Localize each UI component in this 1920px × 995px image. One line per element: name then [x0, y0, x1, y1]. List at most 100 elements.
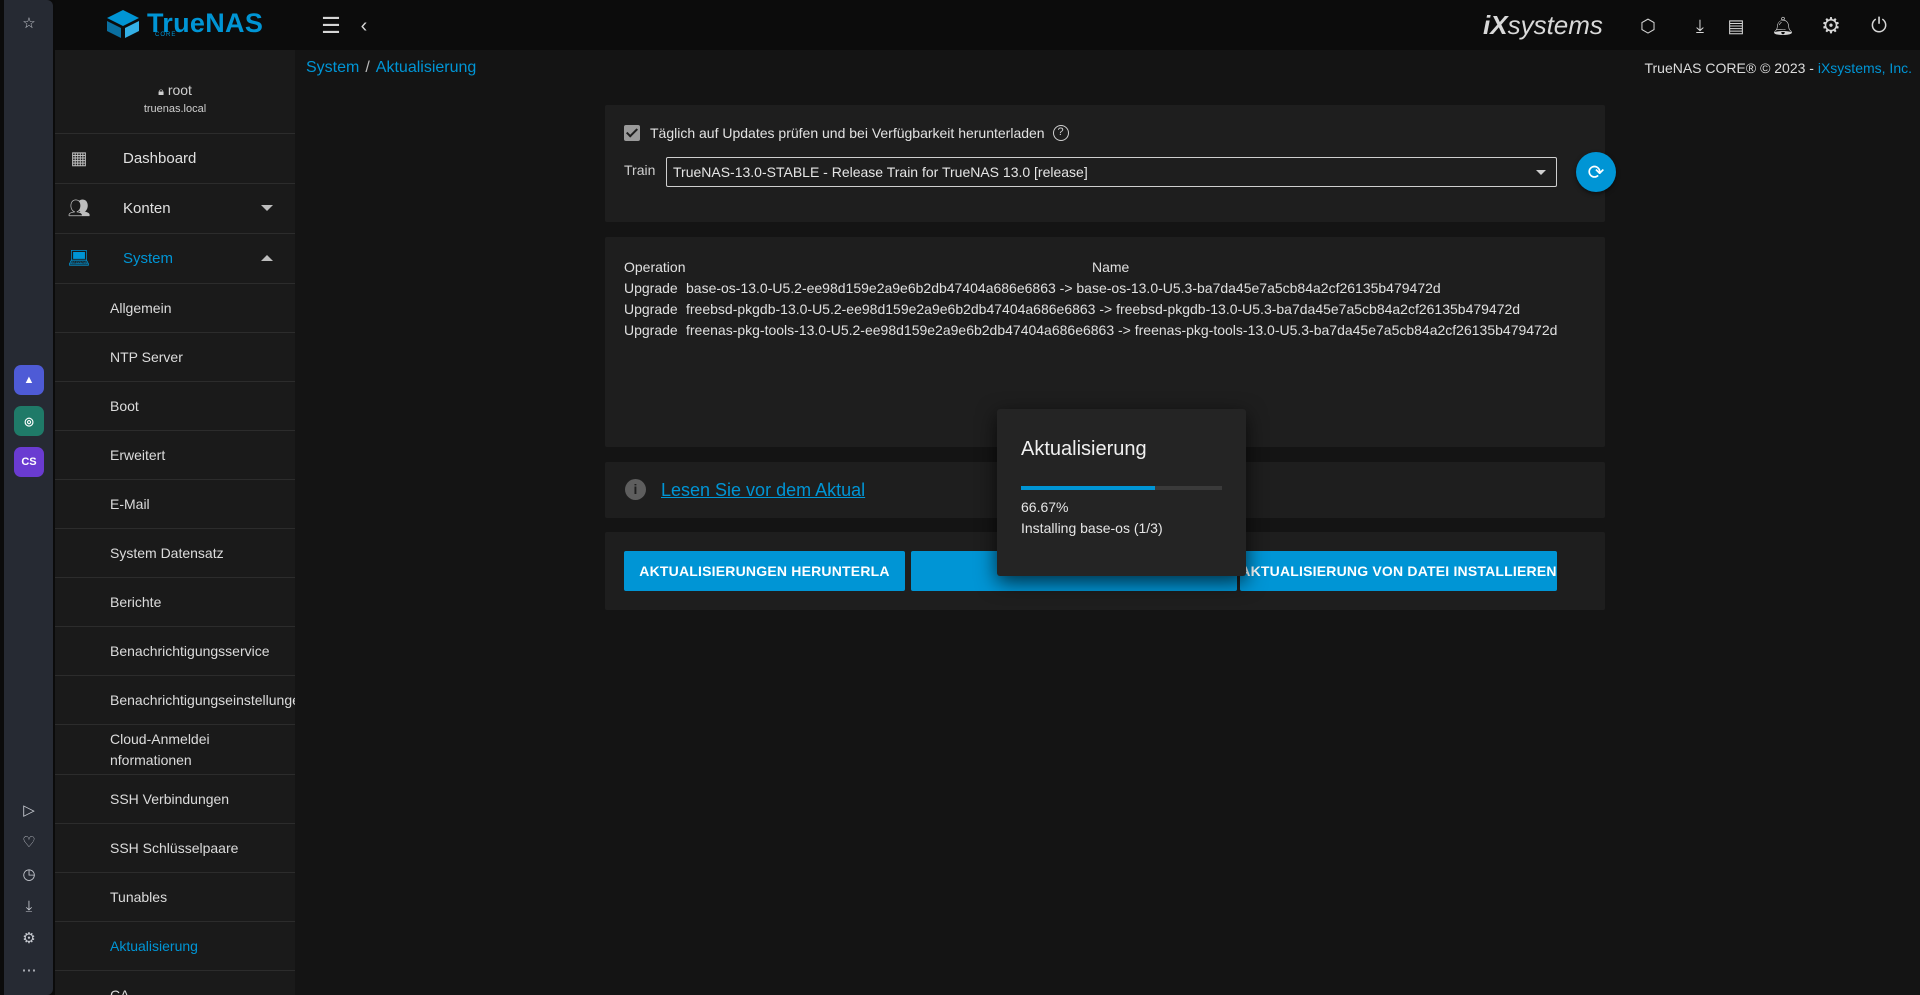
sidebar: 🔒︎ root truenas.local ▦ Dashboard 👥︎ Kon…: [55, 50, 295, 995]
refresh-icon: ⟳: [1587, 161, 1605, 184]
brand-suffix: systems: [1507, 10, 1603, 40]
help-icon[interactable]: ?: [1052, 125, 1069, 141]
gear-icon[interactable]: ⚙: [16, 925, 42, 951]
screen: ☆ ▲ ◎ CS ▷ ♡ ◷ ⤓ ⚙ ⋯ TrueNAS CORE ☰ ‹ iX…: [0, 0, 1920, 995]
sidebar-item-cloud-anmeldeinformationen[interactable]: Cloud-Anmeldeinformationen: [55, 725, 295, 775]
sidebar-item-boot[interactable]: Boot: [55, 382, 295, 431]
sidebar-item-allgemein[interactable]: Allgemein: [55, 284, 295, 333]
user-name: root: [167, 82, 192, 98]
auto-check-row: Täglich auf Updates prüfen und bei Verfü…: [624, 125, 1069, 141]
sidebar-item-ssh-schluesselpaare[interactable]: SSH Schlüsselpaare: [55, 824, 295, 873]
star-icon[interactable]: ☆: [16, 10, 42, 36]
app-icon-1[interactable]: ▲: [14, 365, 44, 395]
chevron-up-icon: [261, 255, 273, 261]
settings-icon[interactable]: ⚙: [1817, 12, 1845, 40]
operation-cell: Upgrade: [624, 280, 678, 296]
sidebar-item-dashboard[interactable]: ▦ Dashboard: [55, 134, 295, 184]
dropdown-arrow-icon: [1536, 170, 1546, 175]
sidebar-item-label: Konten: [123, 200, 171, 217]
user-info: 🔒︎ root truenas.local: [55, 50, 295, 134]
column-operation: Operation: [624, 259, 686, 275]
update-progress-dialog: Aktualisierung 66.67% Installing base-os…: [997, 409, 1246, 576]
clock-icon[interactable]: ◷: [16, 861, 42, 887]
browser-sidebar: ☆ ▲ ◎ CS ▷ ♡ ◷ ⤓ ⚙ ⋯: [4, 0, 53, 995]
task-manager-icon[interactable]: ▤: [1722, 12, 1750, 40]
sidebar-item-ntp-server[interactable]: NTP Server: [55, 333, 295, 382]
sidebar-item-system-datensatz[interactable]: System Datensatz: [55, 529, 295, 578]
chevron-left-icon[interactable]: ‹: [350, 12, 378, 40]
download-updates-button[interactable]: AKTUALISIERUNGEN HERUNTERLA: [624, 551, 905, 591]
train-select[interactable]: TrueNAS-13.0-STABLE - Release Train for …: [666, 157, 1557, 187]
table-row: Upgrade freenas-pkg-tools-13.0-U5.2-ee98d…: [624, 322, 1557, 338]
directory-services-icon[interactable]: ⤓: [1686, 12, 1714, 40]
sidebar-item-aktualisierung[interactable]: Aktualisierung: [55, 922, 295, 971]
column-name: Name: [1092, 259, 1130, 275]
truenas-logo[interactable]: TrueNAS: [105, 8, 263, 39]
sidebar-item-konten[interactable]: 👥︎ Konten: [55, 184, 295, 234]
sidebar-item-benachrichtigungsservice[interactable]: Benachrichtigungsservice: [55, 627, 295, 676]
ixsystems-logo[interactable]: iXsystems: [1483, 10, 1603, 41]
sidebar-item-erweitert[interactable]: Erweitert: [55, 431, 295, 480]
train-label: Train: [624, 162, 656, 178]
truenas-app: TrueNAS CORE ☰ ‹ iXsystems ⬡ ⤓ ▤ 🔔︎ ⚙ ⏻ …: [55, 0, 1920, 995]
progress-fill: [1021, 486, 1155, 490]
name-cell: freenas-pkg-tools-13.0-U5.2-ee98d159e2a9…: [686, 322, 1558, 338]
table-row: Upgrade freebsd-pkgdb-13.0-U5.2-ee98d159e…: [624, 301, 1520, 317]
release-notes-link[interactable]: Lesen Sie vor dem Aktual: [661, 480, 891, 501]
name-cell: freebsd-pkgdb-13.0-U5.2-ee98d159e2a9e6b2…: [686, 301, 1521, 317]
bell-icon[interactable]: 🔔︎: [1769, 12, 1797, 40]
sidebar-item-berichte[interactable]: Berichte: [55, 578, 295, 627]
truenas-logo-icon: [107, 9, 139, 38]
truecommand-icon[interactable]: ⬡: [1634, 12, 1662, 40]
train-select-value: TrueNAS-13.0-STABLE - Release Train for …: [673, 164, 1088, 180]
power-icon[interactable]: ⏻: [1865, 12, 1893, 40]
breadcrumb-separator: /: [365, 59, 370, 76]
sidebar-item-label: Dashboard: [123, 150, 197, 167]
app-icon-3[interactable]: CS: [14, 447, 44, 477]
breadcrumb-system[interactable]: System: [306, 59, 359, 76]
ixsystems-link[interactable]: iXsystems, Inc.: [1818, 60, 1912, 76]
user-host: truenas.local: [143, 103, 207, 115]
auto-check-label: Täglich auf Updates prüfen und bei Verfü…: [650, 125, 1045, 141]
people-icon: 👥︎: [67, 198, 91, 218]
breadcrumb-current[interactable]: Aktualisierung: [376, 59, 477, 76]
play-icon[interactable]: ▷: [16, 797, 42, 823]
sidebar-item-ssh-verbindungen[interactable]: SSH Verbindungen: [55, 775, 295, 824]
lock-icon: 🔒︎: [158, 86, 164, 98]
progress-status: Installing base-os (1/3): [1021, 520, 1163, 536]
copyright: TrueNAS CORE® © 2023 - iXsystems, Inc.: [1644, 60, 1912, 76]
more-icon[interactable]: ⋯: [16, 957, 42, 983]
main-content: System / Aktualisierung TrueNAS CORE® © 20…: [295, 50, 1920, 995]
sidebar-item-ca[interactable]: CA: [55, 971, 295, 995]
top-bar: TrueNAS CORE ☰ ‹ iXsystems ⬡ ⤓ ▤ 🔔︎ ⚙ ⏻: [55, 0, 1920, 50]
sidebar-item-tunables[interactable]: Tunables: [55, 873, 295, 922]
sidebar-item-benachrichtigungseinstellungen[interactable]: Benachrichtigungseinstellungen: [55, 676, 295, 725]
user-name-row: 🔒︎ root: [55, 82, 295, 99]
sidebar-item-system[interactable]: 💻︎ System: [55, 234, 295, 284]
copyright-text: TrueNAS CORE® © 2023 -: [1644, 60, 1818, 76]
laptop-icon: 💻︎: [67, 248, 91, 268]
progress-bar: [1021, 486, 1222, 490]
progress-percent: 66.67%: [1021, 499, 1069, 515]
refresh-button[interactable]: ⟳: [1576, 152, 1616, 192]
chevron-down-icon: [261, 205, 273, 211]
sidebar-item-email[interactable]: E-Mail: [55, 480, 295, 529]
menu-icon[interactable]: ☰: [317, 12, 345, 40]
auto-check-checkbox[interactable]: [624, 125, 640, 141]
operation-cell: Upgrade: [624, 322, 678, 338]
install-from-file-button[interactable]: AKTUALISIERUNG VON DATEI INSTALLIEREN: [1240, 551, 1557, 591]
info-icon: i: [625, 479, 646, 500]
dashboard-icon: ▦: [70, 148, 88, 168]
update-settings-card: Täglich auf Updates prüfen und bei Verfü…: [605, 105, 1616, 222]
dialog-title: Aktualisierung: [1021, 438, 1147, 460]
operation-cell: Upgrade: [624, 301, 678, 317]
download-icon[interactable]: ⤓: [16, 893, 42, 919]
brand-prefix: iX: [1483, 10, 1508, 40]
table-row: Upgrade base-os-13.0-U5.2-ee98d159e2a9e6b…: [624, 280, 1441, 296]
name-cell: base-os-13.0-U5.2-ee98d159e2a9e6b2db4740…: [686, 280, 1441, 296]
breadcrumb: System / Aktualisierung: [306, 59, 476, 77]
app-icon-2[interactable]: ◎: [14, 406, 44, 436]
heart-icon[interactable]: ♡: [16, 829, 42, 855]
sidebar-item-label: System: [123, 250, 174, 267]
logo-subtext: CORE: [155, 32, 177, 38]
